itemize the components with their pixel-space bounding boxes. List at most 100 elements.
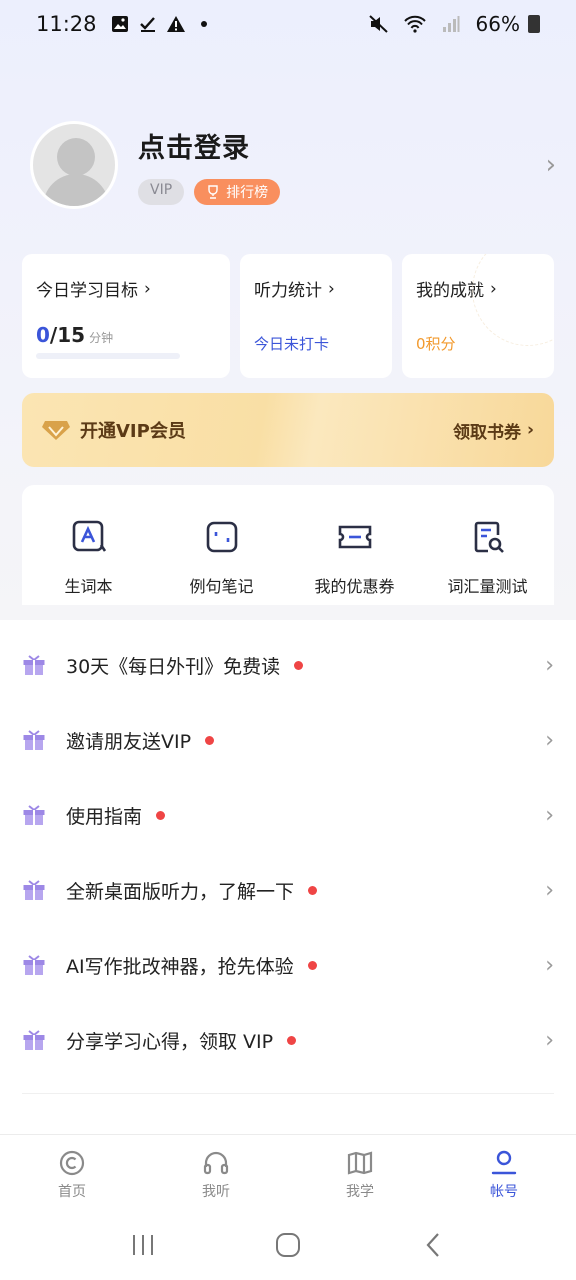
menu-item-share[interactable]: 分享学习心得，领取 VIP › <box>0 1003 576 1078</box>
listening-stats-value: 今日未打卡 <box>254 335 330 353</box>
bottom-tab-bar: 首页 我听 我学 帐号 <box>0 1134 576 1210</box>
listening-stats-title: 听力统计 › <box>254 278 335 302</box>
sentence-notes-button[interactable]: 例句笔记 <box>162 519 282 605</box>
gift-icon <box>23 654 45 675</box>
coupon-icon <box>338 525 371 549</box>
notification-dot-icon <box>200 21 207 27</box>
divider <box>22 1093 554 1094</box>
tab-home[interactable]: 首页 <box>0 1135 144 1210</box>
chevron-right-icon: › <box>490 278 497 299</box>
recent-apps-icon <box>132 1235 153 1255</box>
daily-goal-card[interactable]: 今日学习目标 › 0/15 分钟 <box>22 254 230 378</box>
system-nav-bar <box>0 1210 576 1280</box>
vip-banner[interactable]: 开通VIP会员 领取书券 › <box>22 393 554 467</box>
menu-label: 使用指南 <box>66 806 143 828</box>
login-title[interactable]: 点击登录 <box>138 126 280 165</box>
signal-icon <box>440 13 462 35</box>
menu-item-ai-writing[interactable]: AI写作批改神器，抢先体验 › <box>0 928 576 1003</box>
menu-label: AI写作批改神器，抢先体验 <box>66 956 294 978</box>
claim-voucher-button[interactable]: 领取书券 › <box>453 418 534 443</box>
tab-label: 帐号 <box>490 1184 518 1200</box>
menu-label: 分享学习心得，领取 VIP <box>66 1031 274 1053</box>
chevron-right-icon: › <box>545 803 554 828</box>
tab-label: 我听 <box>202 1184 230 1200</box>
goal-total: /15 <box>49 323 86 347</box>
sentence-notes-label: 例句笔记 <box>189 577 254 596</box>
vocabulary-book-button[interactable]: 生词本 <box>29 519 149 605</box>
coupons-button[interactable]: 我的优惠券 <box>295 519 415 605</box>
menu-item-guide[interactable]: 使用指南 › <box>0 778 576 853</box>
user-icon <box>491 1150 517 1175</box>
goal-progress-bar <box>36 353 180 359</box>
tab-label: 我学 <box>346 1184 374 1200</box>
status-bar: 11:28 66% <box>0 0 576 48</box>
achievement-title: 我的成就 › <box>416 278 497 302</box>
profile-header[interactable]: 点击登录 VIP 排行榜 › <box>30 120 560 210</box>
red-dot-badge <box>205 736 215 745</box>
sentence-notes-icon <box>206 521 237 553</box>
goal-unit: 分钟 <box>89 331 114 345</box>
mute-icon <box>368 13 390 35</box>
menu-item-foreign-press[interactable]: 30天《每日外刊》免费读 › <box>0 628 576 703</box>
vocab-test-icon <box>474 521 504 553</box>
headphones-icon <box>203 1151 229 1175</box>
menu-list: 30天《每日外刊》免费读 › 邀请朋友送VIP › 使用指南 › 全新桌面版听力… <box>0 628 576 1078</box>
home-button[interactable] <box>268 1225 308 1265</box>
chevron-right-icon: › <box>545 728 554 753</box>
menu-item-desktop[interactable]: 全新桌面版听力，了解一下 › <box>0 853 576 928</box>
profile-info: 点击登录 VIP 排行榜 <box>138 126 281 205</box>
ranking-badge[interactable]: 排行榜 <box>194 178 281 205</box>
warning-icon <box>165 13 187 35</box>
red-dot-badge <box>307 961 317 970</box>
wifi-icon <box>403 13 426 35</box>
gift-icon <box>23 729 45 750</box>
tab-listen[interactable]: 我听 <box>144 1135 288 1210</box>
chevron-right-icon: › <box>526 420 534 440</box>
back-icon <box>426 1233 440 1257</box>
battery-icon <box>528 15 540 33</box>
tab-learn[interactable]: 我学 <box>288 1135 432 1210</box>
tool-shortcuts: 生词本 例句笔记 我的优惠券 词汇量测试 <box>22 485 554 605</box>
gallery-icon <box>109 13 131 35</box>
menu-label: 邀请朋友送VIP <box>66 731 192 753</box>
open-book-icon <box>347 1151 373 1175</box>
red-dot-badge <box>294 661 304 670</box>
tab-account[interactable]: 帐号 <box>432 1135 576 1210</box>
achievement-value: 0积分 <box>416 335 456 353</box>
vocab-test-button[interactable]: 词汇量测试 <box>428 519 548 605</box>
red-dot-badge <box>308 886 318 895</box>
vocabulary-book-label: 生词本 <box>64 577 113 596</box>
ranking-label: 排行榜 <box>226 184 269 201</box>
status-time: 11:28 <box>36 12 97 36</box>
menu-label: 30天《每日外刊》免费读 <box>66 656 281 678</box>
chevron-right-icon: › <box>545 1028 554 1053</box>
achievement-card[interactable]: 我的成就 › 0积分 <box>402 254 554 378</box>
coupons-label: 我的优惠券 <box>314 577 395 596</box>
back-button[interactable] <box>413 1225 453 1265</box>
avatar[interactable] <box>30 121 118 209</box>
chevron-right-icon: › <box>144 278 151 299</box>
chevron-right-icon: › <box>545 653 554 678</box>
tab-label: 首页 <box>58 1184 86 1200</box>
download-check-icon <box>137 13 159 35</box>
chevron-right-icon: › <box>328 278 335 299</box>
listening-stats-card[interactable]: 听力统计 › 今日未打卡 <box>240 254 392 378</box>
vip-badge: VIP <box>138 178 185 205</box>
gift-icon <box>23 804 45 825</box>
menu-label: 全新桌面版听力，了解一下 <box>66 881 295 903</box>
recent-apps-button[interactable] <box>123 1225 163 1265</box>
home-circle-icon <box>275 1233 300 1257</box>
goal-current: 0 <box>36 323 50 347</box>
daily-goal-title: 今日学习目标 › <box>36 278 151 302</box>
red-dot-badge <box>287 1036 297 1045</box>
status-right: 66% <box>368 12 540 36</box>
chevron-right-icon: › <box>545 953 554 978</box>
gift-icon <box>23 1029 45 1050</box>
trophy-icon <box>208 184 218 199</box>
battery-percent: 66% <box>475 12 520 36</box>
profile-badges: VIP 排行榜 <box>138 178 281 205</box>
chevron-right-icon: › <box>545 878 554 903</box>
home-icon <box>59 1150 85 1176</box>
menu-item-invite[interactable]: 邀请朋友送VIP › <box>0 703 576 778</box>
chevron-right-icon: › <box>545 150 556 180</box>
